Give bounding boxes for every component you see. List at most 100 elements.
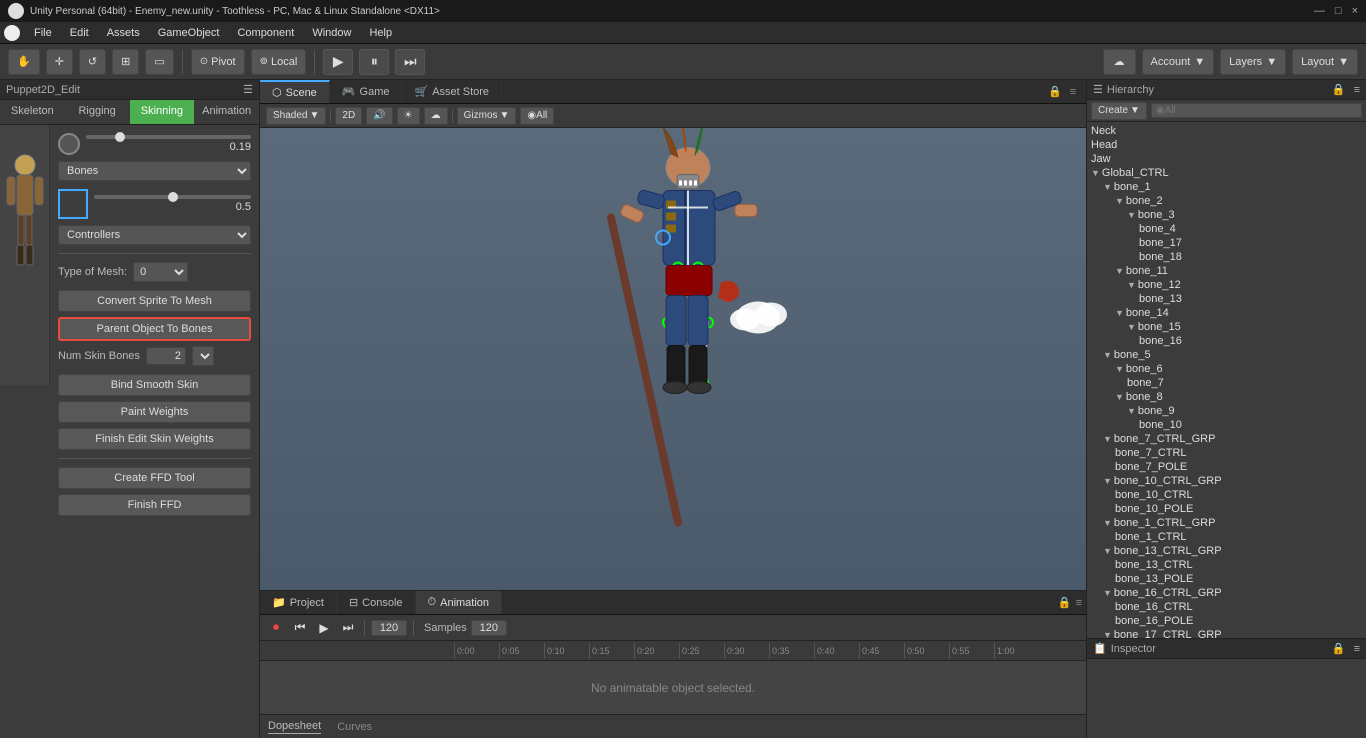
hierarchy-menu[interactable]: ≡	[1354, 84, 1360, 96]
scale-tool[interactable]: ⊞	[112, 49, 139, 75]
hier-bone5[interactable]: ▼bone_5	[1087, 348, 1366, 362]
num-bones-arrow[interactable]: ▼	[192, 346, 214, 366]
mode-2d-button[interactable]: 2D	[335, 107, 362, 125]
hierarchy-search[interactable]	[1151, 103, 1362, 118]
finish-edit-button[interactable]: Finish Edit Skin Weights	[58, 428, 251, 450]
hier-bone10-ctrl[interactable]: bone_10_CTRL	[1087, 488, 1366, 502]
menu-assets[interactable]: Assets	[99, 25, 148, 41]
anim-frame-input[interactable]	[371, 620, 407, 636]
minimize-btn[interactable]: —	[1314, 5, 1325, 17]
convert-sprite-button[interactable]: Convert Sprite To Mesh	[58, 290, 251, 312]
hier-bone16[interactable]: bone_16	[1087, 334, 1366, 348]
hier-bone7[interactable]: bone_7	[1087, 376, 1366, 390]
anim-record-btn[interactable]: ⏺	[266, 618, 286, 638]
tab-scene[interactable]: ⬡ Scene	[260, 80, 330, 103]
bottom-menu[interactable]: ≡	[1076, 597, 1082, 609]
hier-bone13[interactable]: bone_13	[1087, 292, 1366, 306]
menu-help[interactable]: Help	[361, 25, 400, 41]
hier-bone1-ctrl-grp[interactable]: ▼bone_1_CTRL_GRP	[1087, 516, 1366, 530]
hand-tool[interactable]: ✋	[8, 49, 40, 75]
tab-animation[interactable]: ⏱ Animation	[416, 591, 503, 614]
hier-bone1-ctrl[interactable]: bone_1_CTRL	[1087, 530, 1366, 544]
hier-global-ctrl[interactable]: ▼Global_CTRL	[1087, 166, 1366, 180]
maximize-btn[interactable]: □	[1335, 5, 1342, 17]
close-btn[interactable]: ×	[1352, 5, 1358, 17]
account-button[interactable]: Account ▼	[1142, 49, 1215, 75]
scene-panel-lock[interactable]: 🔒	[1046, 80, 1064, 103]
menu-window[interactable]: Window	[304, 25, 359, 41]
paint-weights-button[interactable]: Paint Weights	[58, 401, 251, 423]
hier-bone11[interactable]: ▼bone_11	[1087, 264, 1366, 278]
tab-animation[interactable]: Animation	[194, 100, 259, 124]
left-panel-collapse[interactable]: ☰	[243, 83, 253, 96]
finish-ffd-button[interactable]: Finish FFD	[58, 494, 251, 516]
all-filter[interactable]: ◉All	[520, 107, 554, 125]
tab-console[interactable]: ⊟ Console	[337, 591, 416, 614]
hier-bone12[interactable]: ▼bone_12	[1087, 278, 1366, 292]
move-tool[interactable]: ✛	[46, 49, 73, 75]
hier-bone14[interactable]: ▼bone_14	[1087, 306, 1366, 320]
step-button[interactable]: ⏭	[395, 49, 425, 75]
rect-tool[interactable]: ▭	[145, 49, 173, 75]
menu-edit[interactable]: Edit	[62, 25, 97, 41]
tab-skinning[interactable]: Skinning	[130, 100, 195, 124]
bottom-lock[interactable]: 🔒	[1058, 596, 1072, 609]
tab-rigging[interactable]: Rigging	[65, 100, 130, 124]
dopesheet-tab[interactable]: Dopesheet	[268, 720, 321, 734]
hier-bone13-ctrl-grp[interactable]: ▼bone_13_CTRL_GRP	[1087, 544, 1366, 558]
layers-button[interactable]: Layers ▼	[1220, 49, 1286, 75]
tab-asset-store[interactable]: 🛒 Asset Store	[402, 80, 502, 103]
scene-view[interactable]	[260, 128, 1086, 590]
hier-head[interactable]: Head	[1087, 138, 1366, 152]
hier-bone7-ctrl[interactable]: bone_7_CTRL	[1087, 446, 1366, 460]
controllers-color-indicator[interactable]	[58, 189, 88, 219]
anim-samples-input[interactable]	[471, 620, 507, 636]
audio-button[interactable]: 🔊	[366, 107, 392, 125]
hier-bone9[interactable]: ▼bone_9	[1087, 404, 1366, 418]
hier-bone16-ctrl[interactable]: bone_16_CTRL	[1087, 600, 1366, 614]
anim-next-key[interactable]: ⏭	[338, 618, 358, 638]
pivot-button[interactable]: ⊙ Pivot	[191, 49, 245, 75]
hier-bone18[interactable]: bone_18	[1087, 250, 1366, 264]
create-ffd-button[interactable]: Create FFD Tool	[58, 467, 251, 489]
controllers-select[interactable]: Controllers	[58, 225, 251, 245]
hier-bone17-ctrl-grp[interactable]: ▼bone_17_CTRL_GRP	[1087, 628, 1366, 638]
bind-smooth-button[interactable]: Bind Smooth Skin	[58, 374, 251, 396]
hier-bone10-pole[interactable]: bone_10_POLE	[1087, 502, 1366, 516]
window-controls[interactable]: — □ ×	[1314, 5, 1358, 17]
layout-button[interactable]: Layout ▼	[1292, 49, 1358, 75]
hierarchy-lock[interactable]: 🔒	[1332, 83, 1346, 96]
bones-slider[interactable]	[86, 135, 251, 139]
hier-bone13-pole[interactable]: bone_13_POLE	[1087, 572, 1366, 586]
play-button[interactable]: ▶	[323, 49, 353, 75]
hierarchy-create-btn[interactable]: Create ▼	[1091, 102, 1147, 120]
tab-project[interactable]: 📁 Project	[260, 591, 337, 614]
inspector-lock[interactable]: 🔒	[1332, 642, 1346, 655]
tab-game[interactable]: 🎮 Game	[330, 80, 403, 103]
hier-bone10[interactable]: bone_10	[1087, 418, 1366, 432]
gizmos-dropdown[interactable]: Gizmos ▼	[457, 107, 517, 125]
hier-bone16-pole[interactable]: bone_16_POLE	[1087, 614, 1366, 628]
parent-object-button[interactable]: Parent Object To Bones	[58, 317, 251, 341]
hier-bone7-pole[interactable]: bone_7_POLE	[1087, 460, 1366, 474]
hier-bone13-ctrl[interactable]: bone_13_CTRL	[1087, 558, 1366, 572]
hier-bone6[interactable]: ▼bone_6	[1087, 362, 1366, 376]
hier-bone1[interactable]: ▼bone_1	[1087, 180, 1366, 194]
light-button[interactable]: ☀	[397, 107, 420, 125]
type-of-mesh-select[interactable]: 0	[133, 262, 188, 282]
shading-dropdown[interactable]: Shaded ▼	[266, 107, 326, 125]
menu-file[interactable]: File	[26, 25, 60, 41]
hier-bone8[interactable]: ▼bone_8	[1087, 390, 1366, 404]
bones-color-indicator[interactable]	[58, 133, 80, 155]
inspector-menu[interactable]: ≡	[1354, 643, 1360, 655]
rotate-tool[interactable]: ↺	[79, 49, 106, 75]
anim-prev-key[interactable]: ⏮	[290, 618, 310, 638]
scene-panel-menu[interactable]: ≡	[1064, 80, 1082, 103]
pause-button[interactable]: ⏸	[359, 49, 389, 75]
menu-gameobject[interactable]: GameObject	[150, 25, 228, 41]
cloud-button[interactable]: ☁	[1103, 49, 1136, 75]
hier-bone15[interactable]: ▼bone_15	[1087, 320, 1366, 334]
hier-jaw[interactable]: Jaw	[1087, 152, 1366, 166]
hier-bone3[interactable]: ▼bone_3	[1087, 208, 1366, 222]
menu-component[interactable]: Component	[229, 25, 302, 41]
